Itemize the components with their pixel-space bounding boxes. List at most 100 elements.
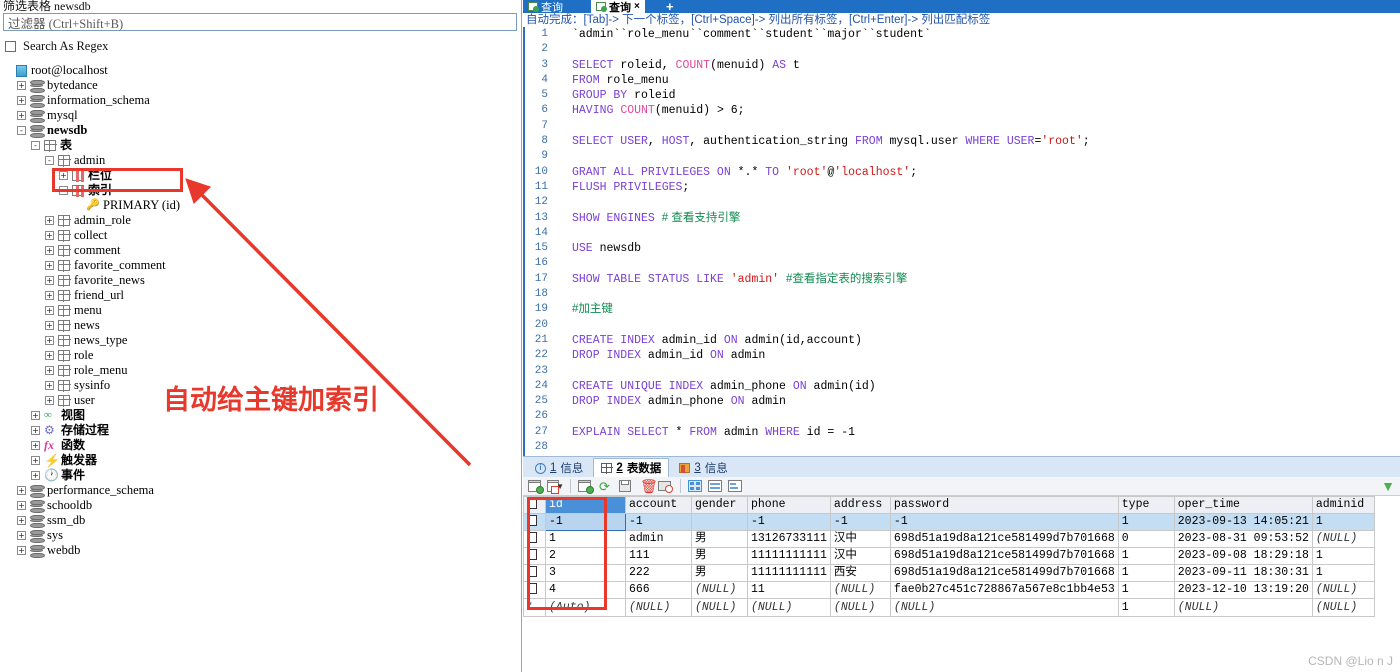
tree-expander[interactable]: + [45, 276, 54, 285]
code-line[interactable]: 5 GROUP BY roleid [525, 88, 1400, 103]
tree-node-mysql[interactable]: + mysql [0, 108, 521, 123]
table-cell-type[interactable]: 1 [1117, 581, 1175, 599]
tree-expander[interactable]: - [17, 126, 26, 135]
row-selector[interactable] [523, 530, 546, 548]
tree-expander[interactable]: + [31, 471, 40, 480]
tree-expander[interactable]: + [17, 111, 26, 120]
code-line[interactable]: 27 EXPLAIN SELECT * FROM admin WHERE id =… [525, 425, 1400, 440]
tree-expander[interactable]: + [17, 501, 26, 510]
tree-expander[interactable]: + [17, 486, 26, 495]
row-checkbox[interactable] [527, 549, 537, 561]
code-line[interactable]: 12 [525, 195, 1400, 210]
filter-funnel-icon[interactable]: ▼ [1381, 479, 1395, 493]
tree-expander[interactable]: + [45, 351, 54, 360]
table-cell-adminid[interactable]: 1 [1311, 564, 1375, 582]
tree-expander[interactable]: + [17, 81, 26, 90]
tree-expander[interactable]: + [45, 366, 54, 375]
tree-node-news[interactable]: + news [0, 318, 521, 333]
tree-node-ssm_db[interactable]: + ssm_db [0, 513, 521, 528]
tree-expander[interactable]: - [59, 186, 68, 195]
tree-node-PRIMARY (id)[interactable]: 🔑 PRIMARY (id) [0, 198, 521, 213]
column-header-account[interactable]: account [625, 496, 692, 514]
column-header-address[interactable]: address [829, 496, 891, 514]
table-cell-phone[interactable]: -1 [747, 513, 831, 531]
row-selector[interactable] [523, 581, 546, 599]
table-cell-gender[interactable]: (NULL) [691, 581, 748, 599]
tree-expander[interactable]: + [17, 546, 26, 555]
table-cell-account[interactable]: admin [625, 530, 692, 548]
table-cell-address[interactable]: 西安 [829, 564, 891, 582]
table-cell-oper_time[interactable]: (NULL) [1173, 598, 1313, 617]
code-line[interactable]: 17 SHOW TABLE STATUS LIKE 'admin' #查看指定表的… [525, 272, 1400, 287]
row-checkbox[interactable] [527, 583, 537, 595]
sql-code-editor[interactable]: 1 `admin``role_menu``comment``student``ma… [523, 27, 1400, 456]
table-cell-id[interactable]: 4 [545, 581, 626, 599]
tree-node-favorite_news[interactable]: + favorite_news [0, 273, 521, 288]
table-cell-type[interactable]: 1 [1117, 564, 1175, 582]
grid-view-button[interactable] [687, 478, 704, 494]
table-cell-gender[interactable]: 男 [691, 530, 748, 548]
table-cell-address[interactable]: (NULL) [829, 581, 891, 599]
table-cell-oper_time[interactable]: 2023-09-11 18:30:31 [1173, 564, 1313, 582]
tree-node-comment[interactable]: + comment [0, 243, 521, 258]
tree-expander[interactable]: + [45, 261, 54, 270]
close-icon[interactable]: × [634, 1, 640, 12]
tree-expander[interactable]: - [31, 141, 40, 150]
data-grid-container[interactable]: id account gender phone address password type o… [523, 496, 1400, 672]
code-line[interactable]: 22 DROP INDEX admin_id ON admin [525, 348, 1400, 363]
filter-input[interactable]: 过滤器 (Ctrl+Shift+B) [3, 13, 517, 31]
tree-node-bytedance[interactable]: + bytedance [0, 78, 521, 93]
table-row[interactable]: 3 222 男 11111111111 西安 698d51a19d8a121ce58149… [523, 564, 1375, 582]
table-cell-oper_time[interactable]: 2023-09-13 14:05:21 [1173, 513, 1313, 531]
code-line[interactable]: 13 SHOW ENGINES # 查看支持引擎 [525, 211, 1400, 226]
delete-record-button[interactable]: 🗑 [637, 478, 658, 494]
code-line[interactable]: 3 SELECT roleid, COUNT(menuid) AS t [525, 58, 1400, 73]
code-line[interactable]: 10 GRANT ALL PRIVILEGES ON *.* TO 'root'@… [525, 165, 1400, 180]
tree-expander[interactable]: + [45, 321, 54, 330]
tree-expander[interactable]: + [31, 411, 40, 420]
tree-expander[interactable]: + [45, 291, 54, 300]
table-cell-password[interactable]: 698d51a19d8a121ce581499d7b701668 [889, 564, 1119, 582]
code-line[interactable]: 21 CREATE INDEX admin_id ON admin(id,acco… [525, 333, 1400, 348]
table-cell-password[interactable]: fae0b27c451c728867a567e8c1bb4e53 [889, 581, 1119, 599]
tree-node-friend_url[interactable]: + friend_url [0, 288, 521, 303]
query-tab-2[interactable]: 查询 × [591, 0, 645, 13]
code-line[interactable]: 15 USE newsdb [525, 241, 1400, 256]
search-as-regex-row[interactable]: Search As Regex [0, 39, 521, 54]
column-header-phone[interactable]: phone [747, 496, 831, 514]
edit-record-dropdown-button[interactable]: ▼ [547, 478, 564, 494]
tree-expander[interactable]: + [31, 456, 40, 465]
tree-node-menu[interactable]: + menu [0, 303, 521, 318]
code-line[interactable]: 26 [525, 409, 1400, 424]
tree-node-事件[interactable]: + 🕐 事件 [0, 468, 521, 483]
data-grid[interactable]: id account gender phone address password type o… [523, 496, 1375, 617]
column-header-adminid[interactable]: adminid [1311, 496, 1375, 514]
table-cell-id[interactable]: -1 [545, 513, 626, 531]
code-line[interactable]: 16 [525, 256, 1400, 271]
table-cell-account[interactable]: 666 [625, 581, 692, 599]
table-cell-type[interactable]: 1 [1117, 598, 1175, 617]
table-cell-gender[interactable]: (NULL) [691, 598, 748, 617]
row-selector[interactable] [523, 547, 546, 565]
tree-node-sys[interactable]: + sys [0, 528, 521, 543]
tree-expander[interactable]: + [45, 306, 54, 315]
table-cell-phone[interactable]: 11111111111 [747, 564, 831, 582]
result-tab-1[interactable]: i 1 信息 [527, 458, 591, 477]
row-checkbox[interactable] [527, 515, 537, 527]
tree-node-栏位[interactable]: + 栏位 [0, 168, 521, 183]
table-cell-type[interactable]: 1 [1117, 513, 1175, 531]
tree-expander[interactable]: + [31, 441, 40, 450]
new-query-tab-button[interactable]: + [666, 0, 674, 13]
checkbox-icon[interactable] [527, 498, 537, 510]
table-row[interactable]: 2 111 男 11111111111 汉中 698d51a19d8a121ce58149… [523, 547, 1375, 565]
tree-expander[interactable]: + [17, 96, 26, 105]
table-cell-password[interactable]: 698d51a19d8a121ce581499d7b701668 [889, 547, 1119, 565]
table-cell-address[interactable]: (NULL) [829, 598, 891, 617]
save-button[interactable] [617, 478, 634, 494]
table-cell-adminid[interactable]: (NULL) [1311, 581, 1375, 599]
table-cell-adminid[interactable]: 1 [1311, 513, 1375, 531]
column-header-type[interactable]: type [1117, 496, 1175, 514]
table-cell-adminid[interactable]: (NULL) [1311, 598, 1375, 617]
table-cell-id[interactable]: (Auto) [545, 598, 626, 617]
tree-expander[interactable]: + [17, 531, 26, 540]
